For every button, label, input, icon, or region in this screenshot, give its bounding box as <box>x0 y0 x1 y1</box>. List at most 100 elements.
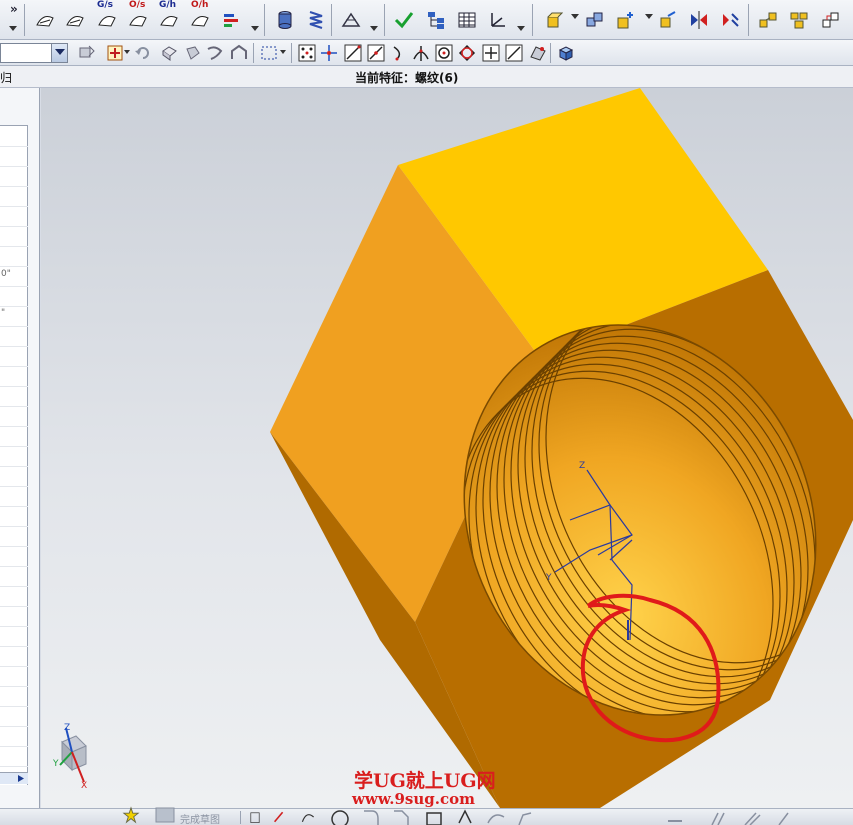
snap-arc-center-button[interactable] <box>433 42 455 64</box>
list-row-divider <box>0 486 28 487</box>
main-toolbar: » G/s O/s G/h O/h <box>0 0 853 40</box>
rectangle-select-button[interactable] <box>258 42 280 64</box>
chevron-down-icon[interactable] <box>251 26 259 32</box>
plus-icon <box>482 44 500 62</box>
snap-center-line-button[interactable] <box>365 42 387 64</box>
gs-surface-button[interactable] <box>96 9 118 31</box>
watermark-title: 学UG就上UG网 <box>354 770 496 792</box>
list-row-divider <box>0 346 28 347</box>
move-component-button[interactable] <box>657 9 679 31</box>
circle-tool-button[interactable] <box>330 809 350 825</box>
type-filter-dropdown[interactable] <box>0 43 68 63</box>
toolbar-overflow-button[interactable]: » <box>10 2 18 16</box>
select-face-button[interactable] <box>182 42 204 64</box>
list-row-divider <box>0 326 28 327</box>
polygon-icon <box>458 809 472 824</box>
chevron-down-icon[interactable] <box>645 14 653 20</box>
circle-center-icon <box>435 44 453 62</box>
chamfer-icon <box>394 810 409 825</box>
mirror-icon <box>691 11 707 29</box>
list-row-divider <box>0 626 28 627</box>
spring-button[interactable] <box>305 9 327 31</box>
arc-tool-button[interactable] <box>300 809 316 825</box>
chevron-down-icon[interactable] <box>124 50 130 55</box>
chevron-down-icon[interactable] <box>280 50 286 55</box>
database-button[interactable] <box>274 9 296 31</box>
snap-midpoint-button[interactable] <box>318 42 340 64</box>
surface-tool-button[interactable] <box>34 9 56 31</box>
spline-tool-button[interactable] <box>486 809 506 825</box>
chevron-down-icon[interactable] <box>517 26 525 32</box>
separator <box>384 4 385 36</box>
surface-tool-button-2[interactable] <box>64 9 86 31</box>
graphics-viewport[interactable]: Z Y Z Y X <box>41 88 853 808</box>
finish-sketch-label[interactable]: 完成草图 <box>180 811 220 825</box>
list-row-divider <box>0 166 28 167</box>
navigator-list[interactable]: 0" " <box>0 125 28 785</box>
table-button[interactable] <box>456 9 478 31</box>
chevron-down-icon[interactable] <box>571 14 579 20</box>
list-row-divider <box>0 766 28 767</box>
sketch-star-icon <box>122 806 140 824</box>
constraint-button[interactable] <box>719 9 741 31</box>
sketch-button[interactable] <box>122 806 140 824</box>
snap-point-on-curve-button[interactable] <box>503 42 525 64</box>
oh-surface-button[interactable] <box>189 9 211 31</box>
solid-view-button[interactable] <box>555 42 577 64</box>
list-row-divider <box>0 566 28 567</box>
polygon-tool-button[interactable] <box>455 809 475 825</box>
csys-button[interactable] <box>487 9 509 31</box>
fillet-tool-button[interactable] <box>362 809 382 825</box>
snap-endpoint-button[interactable] <box>296 42 318 64</box>
profile-button[interactable] <box>248 809 262 825</box>
select-feature-button[interactable] <box>228 42 250 64</box>
os-label: O/s <box>129 0 146 10</box>
dropdown-button[interactable] <box>51 44 67 62</box>
snap-point-on-surface-button[interactable] <box>527 42 549 64</box>
os-surface-button[interactable] <box>127 9 149 31</box>
finish-sketch-icon-button[interactable] <box>152 806 178 824</box>
select-edge-button[interactable] <box>204 42 226 64</box>
chevron-down-icon[interactable] <box>370 26 378 32</box>
rectangle-tool-button[interactable] <box>424 809 444 825</box>
assembly-button[interactable] <box>584 9 606 31</box>
line-icon <box>273 811 284 823</box>
snap-curve-button[interactable] <box>388 42 410 64</box>
gh-surface-button[interactable] <box>158 9 180 31</box>
bar-chart-icon <box>224 14 238 27</box>
line-tool-button[interactable] <box>273 809 289 825</box>
add-component-button[interactable] <box>615 9 637 31</box>
snap-existing-point-button[interactable] <box>480 42 502 64</box>
tree-button[interactable] <box>425 9 447 31</box>
chevron-down-icon[interactable] <box>9 26 17 32</box>
perpendicular-tool-button[interactable] <box>742 809 762 825</box>
snap-line-button[interactable] <box>342 42 364 64</box>
parallel-tool-button[interactable] <box>708 809 728 825</box>
check-button[interactable] <box>393 9 415 31</box>
analysis-button[interactable] <box>221 9 243 31</box>
explode-button[interactable] <box>757 9 779 31</box>
wireframe-button[interactable] <box>340 9 362 31</box>
snap-intersection-button[interactable] <box>410 42 432 64</box>
filter-icon <box>79 45 95 58</box>
list-row-divider <box>0 746 28 747</box>
undo-button[interactable] <box>132 42 154 64</box>
feature-button[interactable] <box>542 9 564 31</box>
constraint-tool-button[interactable] <box>665 809 685 825</box>
hex-nut-model[interactable]: Z Y Z Y X <box>41 88 853 808</box>
components-button[interactable] <box>788 9 810 31</box>
wireframe-icon <box>341 12 361 27</box>
wave-link-button[interactable] <box>820 9 842 31</box>
select-body-button[interactable] <box>158 42 180 64</box>
snap-point-button[interactable] <box>104 42 126 64</box>
scroll-right-icon[interactable] <box>18 775 25 782</box>
offset-tool-button[interactable] <box>515 809 535 825</box>
filter-button[interactable] <box>76 42 98 64</box>
separator <box>748 4 749 36</box>
chamfer-tool-button[interactable] <box>392 809 412 825</box>
mirror-button[interactable] <box>688 9 710 31</box>
dimension-tool-button[interactable] <box>776 809 796 825</box>
ug-nx-window: » G/s O/s G/h O/h 归 当前特征：螺纹(6) 0" " Z Y … <box>0 0 853 825</box>
snap-quadrant-button[interactable] <box>456 42 478 64</box>
horizontal-scrollbar[interactable] <box>0 772 28 784</box>
